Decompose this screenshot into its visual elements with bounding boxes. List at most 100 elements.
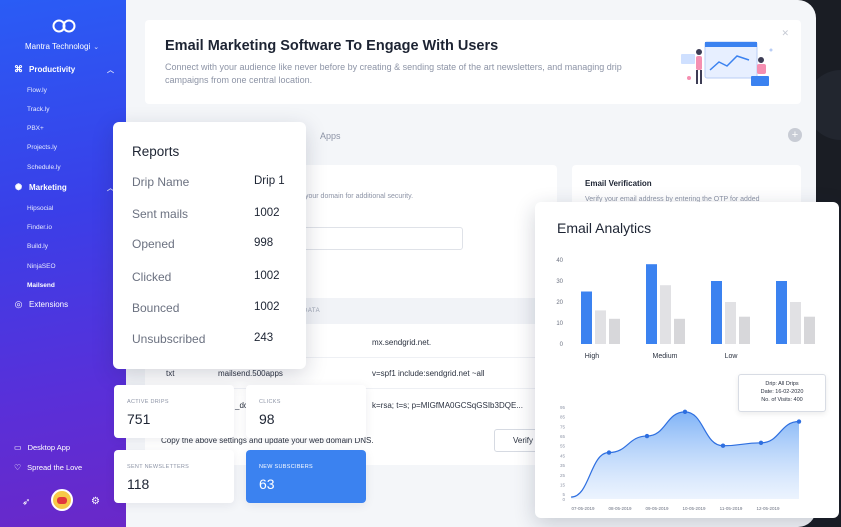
y-tick-label: 0 [560,342,564,348]
app-logo-icon [52,19,76,33]
sidebar-item-schedulely[interactable]: Schedule.ly [27,164,61,171]
bar-chart: 0 10 20 30 40 High Medium Low [556,258,815,360]
x-tick-label: 08-05-2019 [608,506,632,511]
rocket-icon[interactable]: ➶ [22,497,30,508]
sidebar-item-buildly[interactable]: Build.ly [27,243,48,250]
report-value: 998 [254,237,274,249]
desktop-app-label: Desktop App [27,443,71,452]
hero-illustration [681,41,773,86]
stat-label: SENT NEWSLETTERS [127,464,190,470]
tab-apps[interactable]: Apps [320,131,341,141]
desktop-app-link[interactable]: ▭ Desktop App [14,443,70,452]
spread-love-link[interactable]: ♡ Spread the Love [14,463,82,472]
report-row-opened: Opened 998 [132,237,292,251]
heart-icon: ♡ [14,463,22,472]
bar [609,318,620,344]
report-value: 1002 [254,207,280,219]
stat-value: 751 [127,411,151,427]
tooltip-date: Date: 16-02-2020 [760,389,804,395]
area-fill [571,411,799,499]
domain-hint: your domain for additional security. [305,193,414,200]
stat-clicks[interactable]: CLICKS 98 [246,385,366,438]
x-tick-label: 09-05-2019 [645,506,669,511]
y-tick-label: 35 [560,463,566,468]
y-tick-label: 30 [556,279,563,285]
x-tick-label: 12-05-2019 [756,506,780,511]
sidebar-section-marketing[interactable]: ✺ Marketing ︿ [14,183,114,193]
chart-tooltip: Drip: All Drips Date: 16-02-2020 No. of … [738,374,826,412]
report-label: Sent mails [132,207,189,221]
stat-value: 118 [127,476,150,492]
data-point [682,409,688,415]
y-tick-label: 45 [560,453,566,458]
tooltip-drip: Drip: All Drips [765,381,799,387]
sidebar-item-flowly[interactable]: Flow.ly [27,87,47,94]
sidebar-section-productivity[interactable]: ⌘ Productivity ︿ [14,64,114,75]
bar [581,291,592,344]
y-tick-label: 65 [560,434,566,439]
stat-value: 63 [259,476,275,492]
x-category-label: Medium [653,353,678,360]
x-tick-label: 10-05-2019 [682,506,706,511]
report-label: Opened [132,237,175,251]
email-analytics-panel: Email Analytics 0 10 20 30 40 High Medium Low 0… [535,202,839,518]
y-tick-label: 95 [560,405,566,410]
monitor-icon: ▭ [14,443,22,452]
page-title: Email Marketing Software To Engage With … [165,38,499,54]
x-tick-label: 07-05-2019 [571,506,595,511]
sidebar-item-ninjaseo[interactable]: NinjaSEO [27,263,56,270]
sidebar-item-label: Extensions [29,300,69,309]
report-row-clicked: Clicked 1002 [132,270,292,284]
y-tick-label: 40 [556,258,563,264]
sidebar-item-projectsly[interactable]: Projects.ly [27,144,57,151]
dns-row-1-data: mx.sendgrid.net. [372,338,432,347]
report-row-drip-name: Drip Name Drip 1 [132,175,292,189]
area-chart: 05 15 25 35 45 55 65 75 85 95 07-05-2019 08-05-2019… [560,405,802,511]
bar [711,281,722,344]
stat-label: NEW SUBSCIBERS [259,464,314,470]
hero-description: Connect with your audience like never be… [165,62,622,85]
bar [725,302,736,344]
sidebar-item-hipsocial[interactable]: Hipsocial [27,205,53,212]
sidebar-item-pbx[interactable]: PBX+ [27,125,44,132]
sidebar-item-finderio[interactable]: Finder.io [27,224,52,231]
data-point [606,450,612,455]
y-tick-label: 75 [560,424,566,429]
workspace-switcher[interactable]: Mantra Technologi ⌄ [25,42,99,51]
sidebar-item-mailsend[interactable]: Mailsend [27,282,55,289]
stat-label: ACTIVE DRIPS [127,399,169,405]
tooltip-visits: No. of Visits: 400 [761,397,803,403]
y-tick-label: 85 [560,415,566,420]
y-tick-label: 10 [556,321,563,327]
bar [790,302,801,344]
avatar[interactable] [51,489,73,511]
report-row-sent-mails: Sent mails 1002 [132,207,292,221]
stat-new-subscribers[interactable]: NEW SUBSCIBERS 63 [246,450,366,503]
data-point [720,443,726,448]
report-value: 1002 [254,301,280,313]
x-category-label: Low [725,353,739,360]
sidebar-item-extensions[interactable]: ◎ Extensions [14,299,114,310]
reports-title: Reports [132,144,180,159]
stat-sent-newsletters[interactable]: SENT NEWSLETTERS 118 [114,450,234,503]
close-icon[interactable]: ✕ [781,28,789,39]
dns-row-3-data: k=rsa; t=s; p=MIGfMA0GCSqGSIb3DQE... [372,401,523,410]
domain-input[interactable] [300,227,463,250]
bar [674,318,685,344]
extensions-icon: ◎ [14,299,23,309]
sidebar-footer: ➶ ⚙ [0,489,126,515]
report-value: 243 [254,332,274,344]
sidebar-item-trackly[interactable]: Track.ly [27,106,50,113]
report-label: Drip Name [132,175,190,189]
y-tick-label: 0 [562,497,565,502]
workspace-name: Mantra Technologi [25,42,91,51]
add-button[interactable]: + [788,128,802,142]
stat-active-drips[interactable]: ACTIVE DRIPS 751 [114,385,234,438]
command-icon: ⌘ [14,64,23,74]
dns-row-2-host: mailsend.500apps [218,369,283,378]
report-value: 1002 [254,270,280,282]
chevron-down-icon: ⌄ [93,44,100,51]
hero-banner: Email Marketing Software To Engage With … [145,20,801,104]
settings-icon[interactable]: ⚙ [91,496,100,507]
email-verification-title: Email Verification [585,179,652,188]
